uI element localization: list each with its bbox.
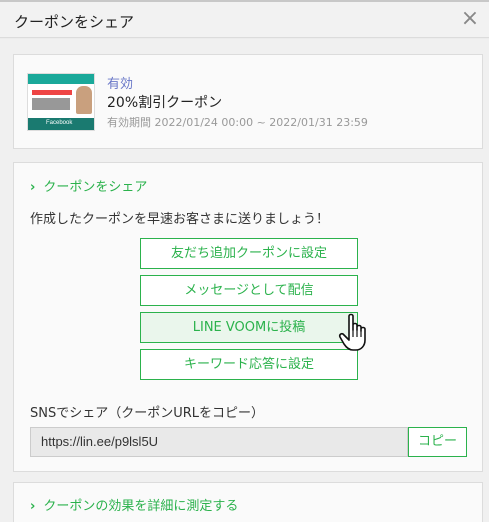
measure-panel: › クーポンの効果を詳細に測定する	[13, 482, 483, 522]
coupon-card: Facebook 有効 20%割引クーポン 有効期間 2022/01/24 00…	[13, 54, 483, 149]
coupon-name: 20%割引クーポン	[107, 95, 223, 111]
send-message-button[interactable]: メッセージとして配信	[140, 275, 358, 306]
sns-share-label: SNSでシェア（クーポンURLをコピー）	[30, 406, 265, 421]
coupon-status: 有効	[107, 77, 134, 92]
measure-section-toggle[interactable]: › クーポンの効果を詳細に測定する	[30, 495, 238, 514]
share-section-toggle[interactable]: › クーポンをシェア	[30, 176, 147, 195]
thumbnail-label: Facebook	[46, 120, 73, 126]
modal-header: クーポンをシェア ×	[0, 2, 489, 38]
thumbnail-person-image	[76, 86, 92, 114]
chevron-right-icon: ›	[30, 180, 36, 195]
post-line-voom-button[interactable]: LINE VOOMに投稿	[140, 312, 358, 343]
close-icon[interactable]: ×	[459, 8, 481, 30]
modal-title: クーポンをシェア	[14, 13, 135, 31]
hand-pointer-icon	[338, 313, 366, 351]
coupon-validity: 有効期間 2022/01/24 00:00 ~ 2022/01/31 23:59	[107, 116, 368, 129]
share-section-label: クーポンをシェア	[43, 180, 148, 195]
add-friend-coupon-button[interactable]: 友だち追加クーポンに設定	[140, 238, 358, 269]
share-panel: › クーポンをシェア 作成したクーポンを早速お客さまに送りましょう！ 友だち追加ク…	[13, 162, 483, 472]
coupon-thumbnail: Facebook	[27, 73, 95, 131]
share-description: 作成したクーポンを早速お客さまに送りましょう！	[30, 212, 330, 227]
modal-content: Facebook 有効 20%割引クーポン 有効期間 2022/01/24 00…	[0, 39, 489, 522]
keyword-response-button[interactable]: キーワード応答に設定	[140, 349, 358, 380]
measure-section-label: クーポンの効果を詳細に測定する	[43, 499, 239, 514]
coupon-url-field[interactable]: https://lin.ee/p9lsl5U	[30, 427, 408, 457]
copy-button[interactable]: コピー	[408, 427, 467, 457]
chevron-right-icon: ›	[30, 499, 36, 514]
